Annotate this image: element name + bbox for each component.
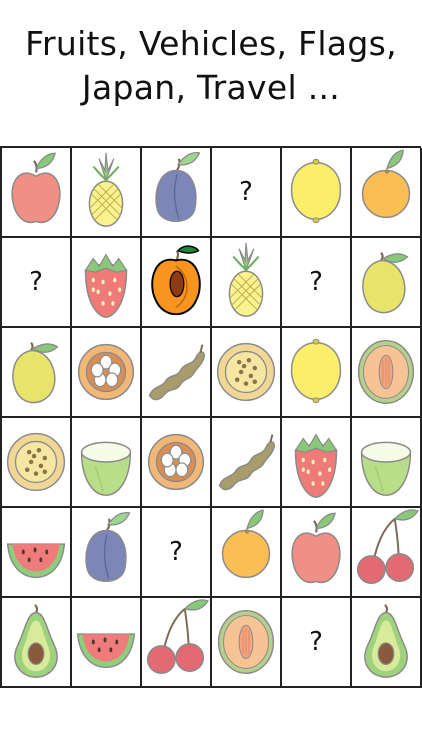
- question-mark: ?: [309, 267, 323, 297]
- card-mango[interactable]: [352, 238, 422, 328]
- hidden-card[interactable]: ?: [282, 598, 352, 688]
- card-plum[interactable]: [72, 508, 142, 598]
- card-passionfruit[interactable]: [2, 418, 72, 508]
- card-passionfruit[interactable]: [212, 328, 282, 418]
- passionfruit-icon: [213, 327, 279, 417]
- card-lemon[interactable]: [282, 148, 352, 238]
- coconut-icon: [73, 417, 139, 507]
- card-mangosteen[interactable]: [142, 418, 212, 508]
- mangosteen-icon: [143, 417, 209, 507]
- strawberry-icon: [283, 417, 349, 507]
- mango-icon: [3, 327, 69, 417]
- question-mark: ?: [239, 177, 253, 207]
- headline: Fruits, Vehicles, Flags, Japan, Travel .…: [0, 22, 422, 110]
- pineapple-icon: [73, 147, 139, 237]
- pineapple-icon: [213, 237, 279, 327]
- mango-icon: [353, 237, 419, 327]
- orange-icon: [353, 147, 419, 237]
- headline-line-2: Japan, Travel ...: [81, 68, 341, 107]
- question-mark: ?: [309, 627, 323, 657]
- card-strawberry[interactable]: [282, 418, 352, 508]
- card-coconut[interactable]: [352, 418, 422, 508]
- card-watermelon[interactable]: [72, 598, 142, 688]
- card-coconut[interactable]: [72, 418, 142, 508]
- apple-icon: [3, 147, 69, 237]
- card-melon[interactable]: [352, 328, 422, 418]
- apple-icon: [283, 507, 349, 597]
- card-melon[interactable]: [212, 598, 282, 688]
- lemon-icon: [283, 147, 349, 237]
- avocado-icon: [353, 597, 419, 687]
- card-orange[interactable]: [212, 508, 282, 598]
- melon-icon: [353, 327, 419, 417]
- hidden-card[interactable]: ?: [212, 148, 282, 238]
- plum-icon: [73, 507, 139, 597]
- melon-icon: [213, 597, 279, 687]
- card-apple[interactable]: [282, 508, 352, 598]
- card-pineapple[interactable]: [212, 238, 282, 328]
- strawberry-icon: [73, 237, 139, 327]
- headline-line-1: Fruits, Vehicles, Flags,: [25, 24, 397, 63]
- lemon-icon: [283, 327, 349, 417]
- card-tamarind[interactable]: [142, 328, 212, 418]
- orange-icon: [213, 507, 279, 597]
- card-avocado[interactable]: [2, 598, 72, 688]
- card-avocado[interactable]: [352, 598, 422, 688]
- card-pineapple[interactable]: [72, 148, 142, 238]
- card-tamarind[interactable]: [212, 418, 282, 508]
- hidden-card[interactable]: ?: [282, 238, 352, 328]
- watermelon-icon: [3, 507, 69, 597]
- hidden-card[interactable]: ?: [142, 508, 212, 598]
- tamarind-icon: [213, 417, 279, 507]
- card-peach-selected[interactable]: [142, 238, 212, 328]
- card-mangosteen[interactable]: [72, 328, 142, 418]
- question-mark: ?: [169, 537, 183, 567]
- watermelon-icon: [73, 597, 139, 687]
- card-strawberry[interactable]: [72, 238, 142, 328]
- passionfruit-icon: [3, 417, 69, 507]
- question-mark: ?: [29, 267, 43, 297]
- avocado-icon: [3, 597, 69, 687]
- card-cherry[interactable]: [352, 508, 422, 598]
- mangosteen-icon: [73, 327, 139, 417]
- memory-board: ? ? ? ? ?: [0, 146, 422, 688]
- card-watermelon[interactable]: [2, 508, 72, 598]
- plum-icon: [143, 147, 209, 237]
- card-lemon[interactable]: [282, 328, 352, 418]
- peach-icon: [143, 237, 209, 327]
- card-orange[interactable]: [352, 148, 422, 238]
- tamarind-icon: [143, 327, 209, 417]
- cherry-icon: [353, 507, 419, 597]
- hidden-card[interactable]: ?: [2, 238, 72, 328]
- card-cherry[interactable]: [142, 598, 212, 688]
- card-mango[interactable]: [2, 328, 72, 418]
- coconut-icon: [353, 417, 419, 507]
- card-apple[interactable]: [2, 148, 72, 238]
- cherry-icon: [143, 597, 209, 687]
- card-plum[interactable]: [142, 148, 212, 238]
